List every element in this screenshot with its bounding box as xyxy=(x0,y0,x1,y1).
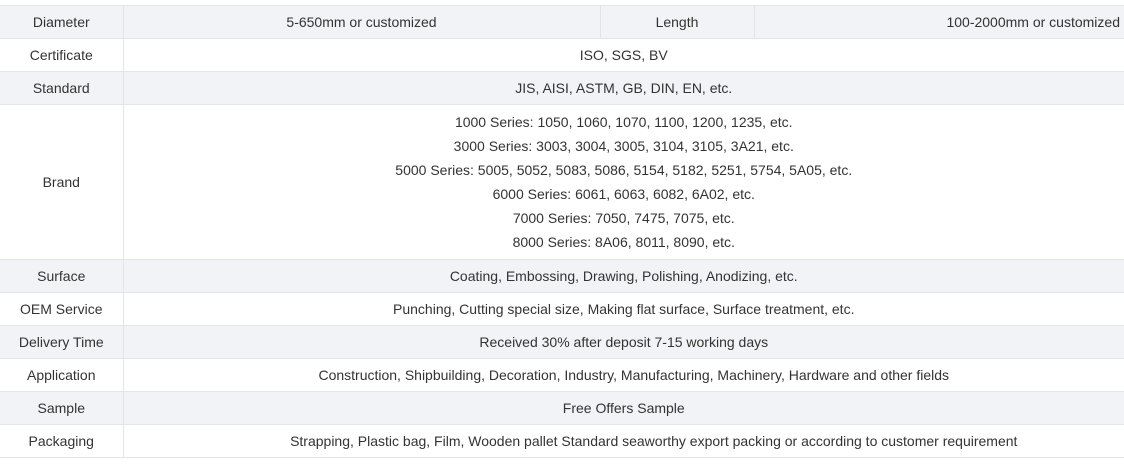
brand-series-line: 6000 Series: 6061, 6063, 6082, 6A02, etc… xyxy=(124,182,1124,206)
brand-series-line: 3000 Series: 3003, 3004, 3005, 3104, 310… xyxy=(124,134,1124,158)
spec-value: ISO, SGS, BV xyxy=(123,39,1124,72)
spec-label: Brand xyxy=(0,105,123,260)
spec-label: OEM Service xyxy=(0,293,123,326)
spec-value: Received 30% after deposit 7-15 working … xyxy=(123,326,1124,359)
spec-row-oem-service: OEM Service Punching, Cutting special si… xyxy=(0,293,1124,326)
brand-series-line: 1000 Series: 1050, 1060, 1070, 1100, 120… xyxy=(124,110,1124,134)
spec-value: 5-650mm or customized xyxy=(123,6,600,39)
spec-row-certificate: Certificate ISO, SGS, BV xyxy=(0,39,1124,72)
spec-value: 100-2000mm or customized xyxy=(754,6,1124,39)
spec-value: Coating, Embossing, Drawing, Polishing, … xyxy=(123,260,1124,293)
spec-label: Diameter xyxy=(0,6,123,39)
spec-label: Certificate xyxy=(0,39,123,72)
spec-value: Punching, Cutting special size, Making f… xyxy=(123,293,1124,326)
brand-series-line: 7000 Series: 7050, 7475, 7075, etc. xyxy=(124,206,1124,230)
product-spec-table: Diameter 5-650mm or customized Length 10… xyxy=(0,5,1124,458)
spec-label: Surface xyxy=(0,260,123,293)
spec-row-brand: Brand 1000 Series: 1050, 1060, 1070, 110… xyxy=(0,105,1124,260)
spec-row-standard: Standard JIS, AISI, ASTM, GB, DIN, EN, e… xyxy=(0,72,1124,105)
spec-value: Free Offers Sample xyxy=(123,392,1124,425)
spec-label: Sample xyxy=(0,392,123,425)
spec-row-surface: Surface Coating, Embossing, Drawing, Pol… xyxy=(0,260,1124,293)
spec-value: JIS, AISI, ASTM, GB, DIN, EN, etc. xyxy=(123,72,1124,105)
brand-series-line: 8000 Series: 8A06, 8011, 8090, etc. xyxy=(124,230,1124,254)
spec-row-delivery-time: Delivery Time Received 30% after deposit… xyxy=(0,326,1124,359)
spec-value: Construction, Shipbuilding, Decoration, … xyxy=(123,359,1124,392)
spec-label: Length xyxy=(600,6,754,39)
spec-label: Application xyxy=(0,359,123,392)
spec-row-diameter: Diameter 5-650mm or customized Length 10… xyxy=(0,6,1124,39)
brand-series-list: 1000 Series: 1050, 1060, 1070, 1100, 120… xyxy=(123,105,1124,260)
spec-row-packaging: Packaging Strapping, Plastic bag, Film, … xyxy=(0,425,1124,458)
spec-label: Packaging xyxy=(0,425,123,458)
spec-label: Standard xyxy=(0,72,123,105)
spec-value: Strapping, Plastic bag, Film, Wooden pal… xyxy=(123,425,1124,458)
spec-row-sample: Sample Free Offers Sample xyxy=(0,392,1124,425)
spec-row-application: Application Construction, Shipbuilding, … xyxy=(0,359,1124,392)
spec-label: Delivery Time xyxy=(0,326,123,359)
brand-series-line: 5000 Series: 5005, 5052, 5083, 5086, 515… xyxy=(124,158,1124,182)
